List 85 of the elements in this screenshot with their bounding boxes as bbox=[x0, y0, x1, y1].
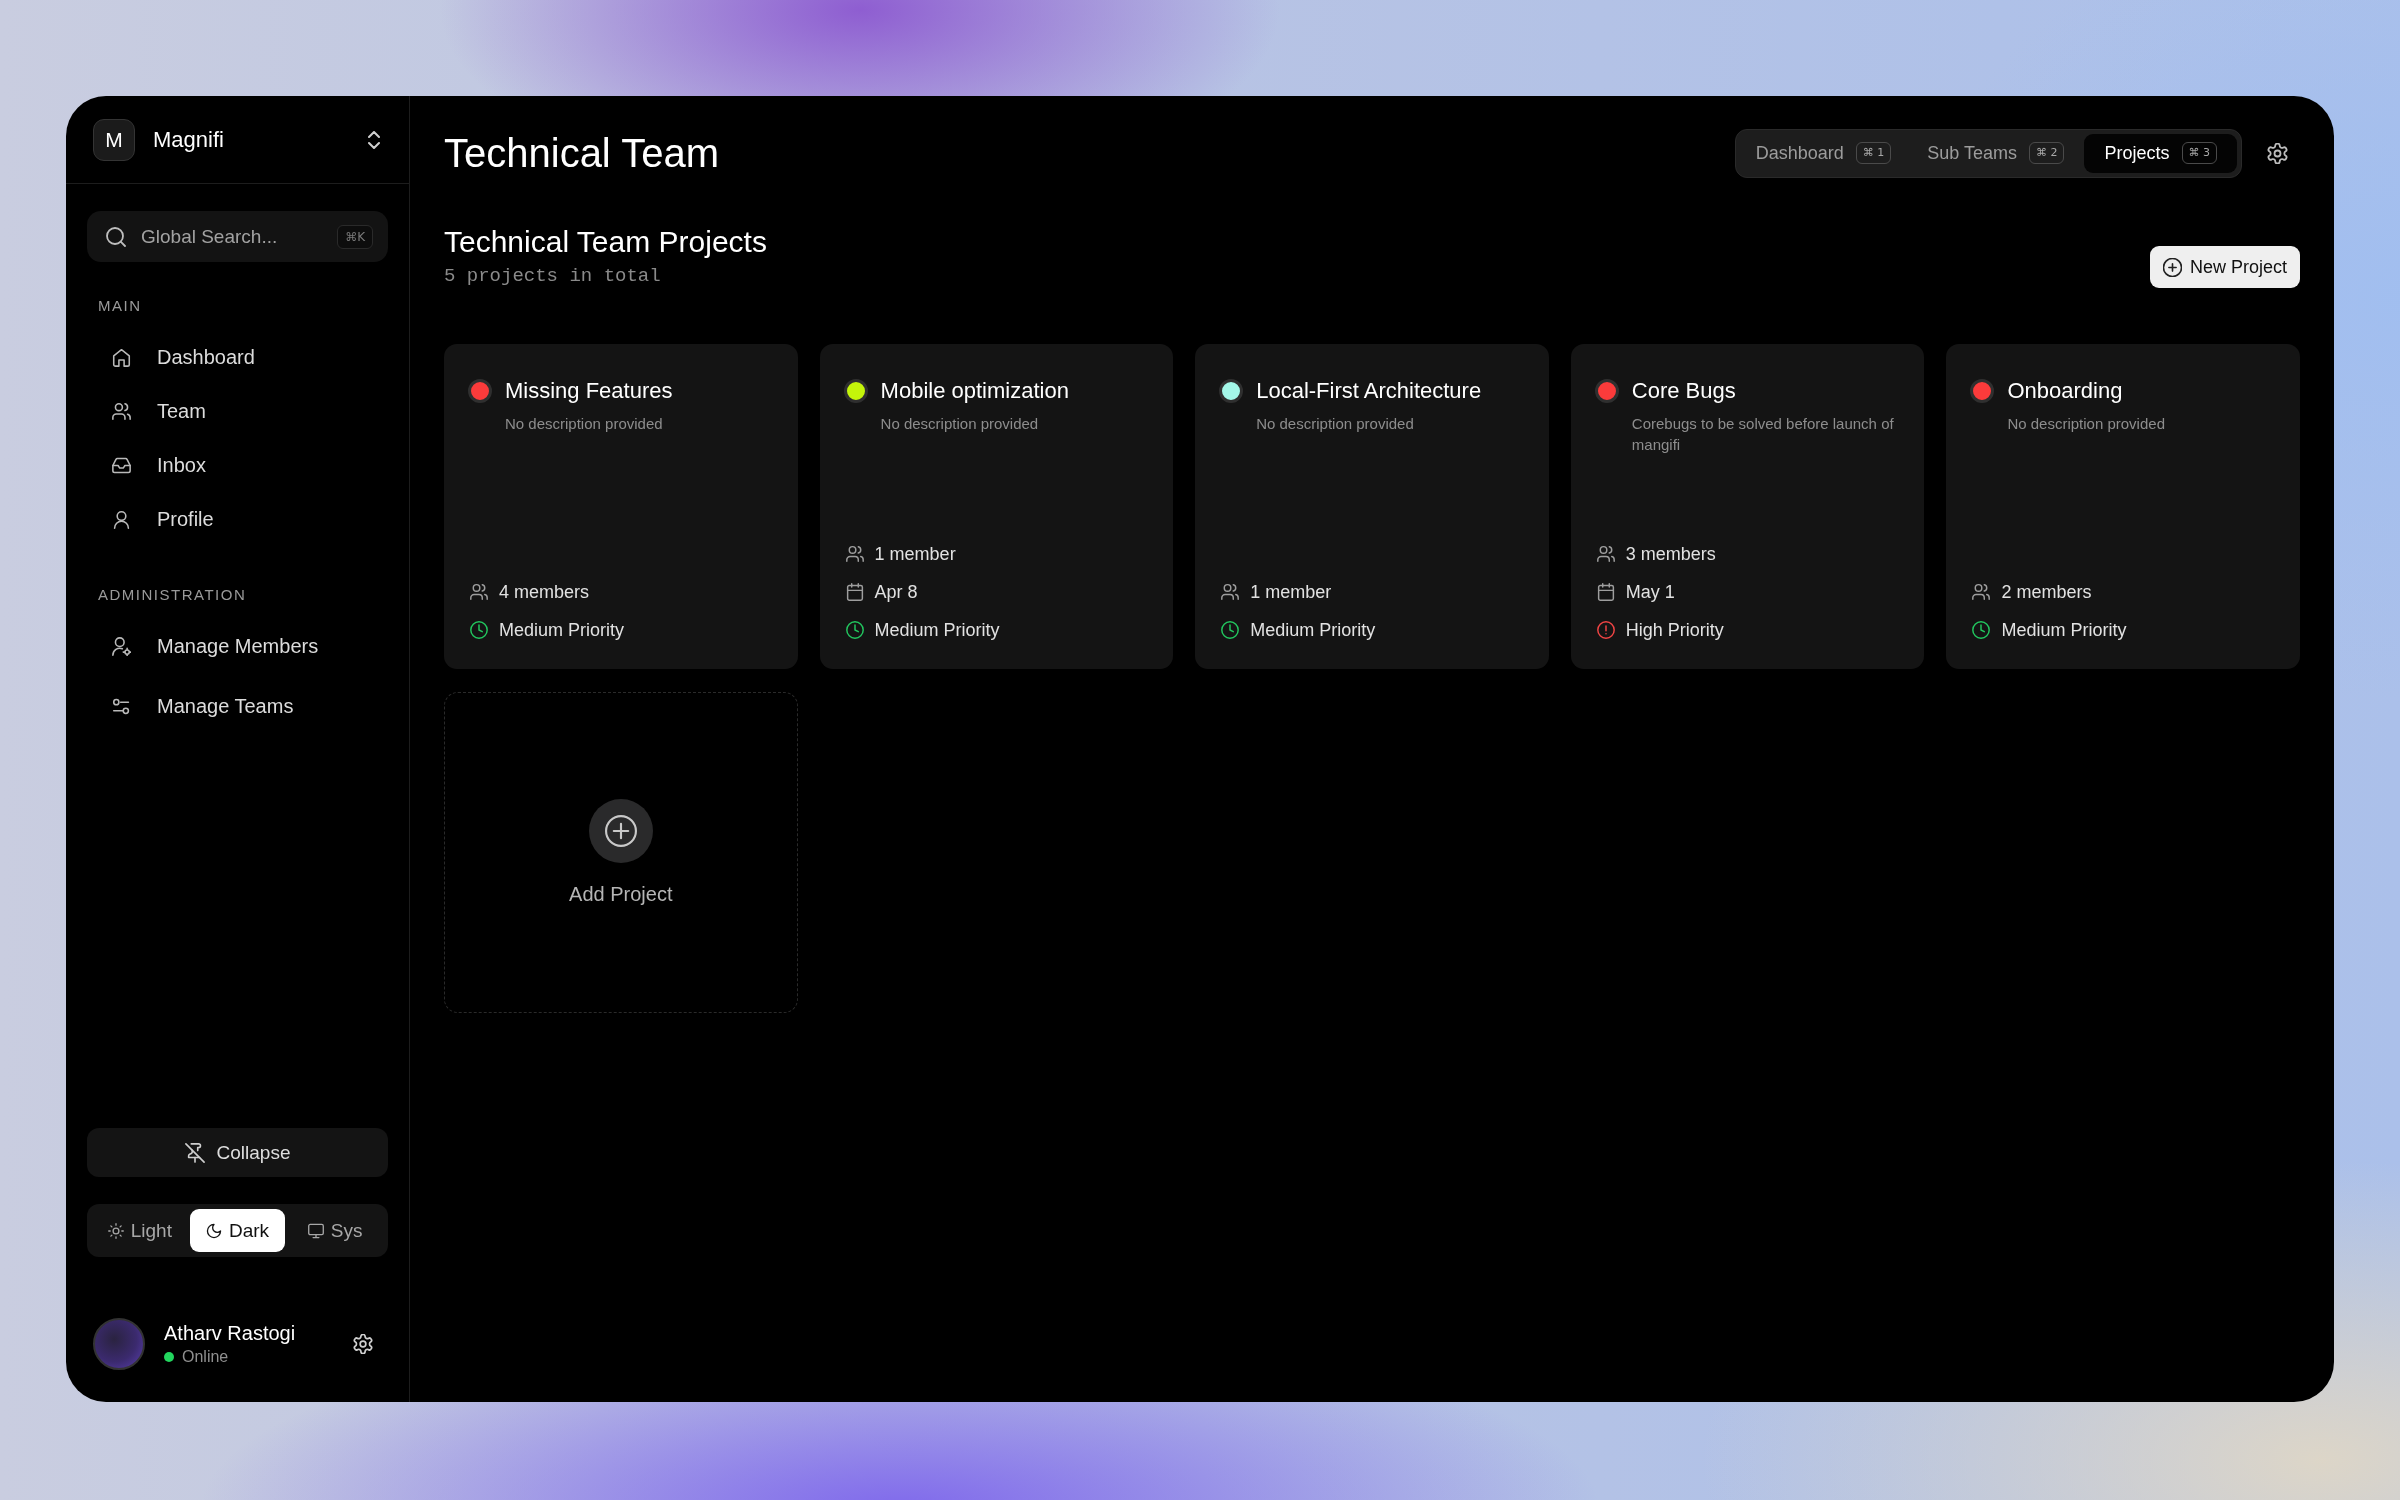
project-description: No description provided bbox=[880, 414, 1040, 434]
clock-icon bbox=[1221, 621, 1240, 639]
member-count: 2 members bbox=[2001, 581, 2092, 603]
section-subtitle: 5 projects in total bbox=[444, 264, 662, 288]
priority-label: Medium Priority bbox=[499, 619, 625, 641]
keyboard-shortcut: ⌘ 3 bbox=[2181, 142, 2217, 164]
users-icon bbox=[1972, 583, 1991, 601]
project-card[interactable]: Mobile optimization No description provided 1 member Apr 8 Medium Priority bbox=[819, 344, 1174, 669]
project-title: Core Bugs bbox=[1631, 377, 1736, 405]
search-input[interactable]: Global Search... bbox=[141, 225, 338, 248]
nav-item[interactable]: Manage Teams bbox=[87, 676, 388, 736]
avatar-placeholder bbox=[93, 1318, 145, 1370]
nav-item[interactable]: Profile bbox=[87, 492, 388, 546]
project-card[interactable]: Missing Features No description provided 4 members Medium Priority bbox=[444, 344, 798, 669]
sun-icon bbox=[107, 1222, 124, 1239]
priority-label: High Priority bbox=[1625, 619, 1724, 641]
nav-item[interactable]: Manage Members bbox=[87, 616, 388, 676]
keyboard-shortcut: ⌘ 1 bbox=[1855, 142, 1892, 164]
keyboard-shortcut: ⌘K bbox=[337, 224, 373, 249]
add-project-button[interactable]: Add Project bbox=[444, 692, 798, 1013]
new-project-button[interactable]: New Project bbox=[2149, 246, 2300, 288]
theme-option[interactable]: Sys bbox=[287, 1209, 383, 1252]
calendar-icon bbox=[845, 583, 864, 601]
member-count: 1 member bbox=[874, 543, 956, 565]
project-description: Corebugs to be solved before launch of mangifi bbox=[1631, 414, 1895, 455]
priority-label: Medium Priority bbox=[874, 619, 1000, 641]
keyboard-shortcut: ⌘ 2 bbox=[2028, 142, 2065, 164]
user-status: Online bbox=[182, 1347, 229, 1367]
member-count: 1 member bbox=[1250, 581, 1332, 603]
pin-off-icon bbox=[184, 1142, 205, 1163]
project-title: Local-First Architecture bbox=[1256, 377, 1482, 405]
project-card[interactable]: Onboarding No description provided 2 members Medium Priority bbox=[1946, 344, 2300, 669]
member-count: 3 members bbox=[1625, 543, 1716, 565]
clock-icon bbox=[845, 621, 864, 639]
theme-option[interactable]: Light bbox=[92, 1209, 188, 1252]
project-title: Mobile optimization bbox=[880, 377, 1069, 405]
project-title: Onboarding bbox=[2007, 377, 2123, 405]
search-bar[interactable]: Global Search... ⌘K bbox=[87, 211, 388, 262]
page-title: Technical Team bbox=[444, 130, 719, 177]
due-date: May 1 bbox=[1625, 581, 1675, 603]
plus-circle-icon bbox=[588, 799, 653, 863]
user-icon bbox=[112, 509, 131, 529]
collapse-button[interactable]: Collapse bbox=[87, 1128, 388, 1177]
settings-icon[interactable] bbox=[353, 1334, 373, 1354]
user-gear-icon bbox=[112, 636, 131, 656]
nav-item[interactable]: Inbox bbox=[87, 438, 388, 492]
users-icon bbox=[1596, 545, 1615, 563]
tab[interactable]: Dashboard ⌘ 1 bbox=[1739, 133, 1908, 173]
project-description: No description provided bbox=[1256, 414, 1415, 434]
due-date: Apr 8 bbox=[874, 581, 918, 603]
moon-icon bbox=[205, 1222, 222, 1239]
theme-option[interactable]: Dark bbox=[189, 1209, 286, 1252]
priority-label: Medium Priority bbox=[1250, 619, 1376, 641]
project-description: No description provided bbox=[505, 414, 664, 434]
search-icon bbox=[106, 226, 126, 247]
clock-icon bbox=[1972, 621, 1991, 639]
project-title: Missing Features bbox=[505, 377, 673, 405]
settings-icon[interactable] bbox=[2267, 142, 2288, 164]
tab[interactable]: Projects ⌘ 3 bbox=[2084, 133, 2237, 173]
tab[interactable]: Sub Teams ⌘ 2 bbox=[1911, 133, 2081, 173]
workspace-name: Magnifi bbox=[153, 126, 224, 153]
sliders-icon bbox=[112, 696, 131, 716]
users-icon bbox=[1221, 583, 1240, 601]
user-name: Atharv Rastogi bbox=[164, 1321, 296, 1345]
calendar-icon bbox=[1596, 583, 1615, 601]
nav-item[interactable]: Team bbox=[87, 384, 388, 438]
chevron-up-down-icon[interactable] bbox=[368, 130, 380, 149]
nav-item[interactable]: Dashboard bbox=[87, 330, 388, 384]
clock-icon bbox=[470, 621, 488, 639]
section-label: ADMINISTRATION bbox=[97, 585, 248, 605]
project-card[interactable]: Local-First Architecture No description provided 1 member Medium Priority bbox=[1195, 344, 1549, 669]
workspace-logo: M bbox=[93, 118, 135, 161]
monitor-icon bbox=[307, 1222, 324, 1239]
users-icon bbox=[470, 583, 488, 601]
priority-label: Medium Priority bbox=[2001, 619, 2127, 641]
inbox-icon bbox=[112, 455, 131, 475]
project-card[interactable]: Core Bugs Corebugs to be solved before launch of mangifi 3 members May 1 High Priority bbox=[1570, 344, 1925, 669]
users-icon bbox=[112, 401, 131, 421]
home-icon bbox=[112, 347, 131, 367]
project-description: No description provided bbox=[2007, 414, 2166, 434]
member-count: 4 members bbox=[499, 581, 590, 603]
users-icon bbox=[845, 545, 864, 563]
section-title: Technical Team Projects bbox=[444, 224, 767, 260]
alert-circle-icon bbox=[1596, 621, 1615, 639]
section-label: MAIN bbox=[97, 296, 143, 316]
